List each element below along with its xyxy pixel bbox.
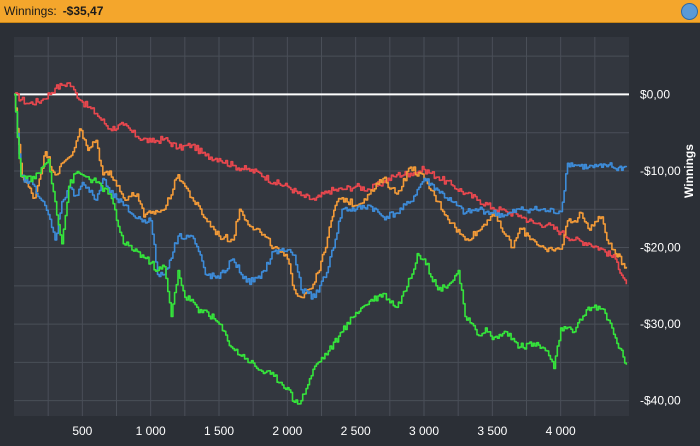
winnings-chart: 500 1 000 1 500 2 000 2 500 3 000 3 500 4 000 $0…	[0, 23, 700, 441]
x-tick-label: 3 500	[477, 424, 507, 438]
x-tick-label: 1 000	[136, 424, 166, 438]
y-axis-label: Winnings	[682, 144, 696, 198]
y-tick-label: -$30,00	[640, 317, 681, 331]
x-tick-label: 2 000	[272, 424, 302, 438]
x-tick-label: 500	[72, 424, 92, 438]
winnings-value: -$35,47	[62, 4, 104, 18]
y-tick-label: -$20,00	[640, 241, 681, 255]
x-tick-label: 4 000	[546, 424, 576, 438]
header-indicator-icon[interactable]	[681, 3, 698, 20]
y-tick-label: $0,00	[640, 87, 670, 101]
x-tick-label: 3 000	[409, 424, 439, 438]
y-tick-label: -$40,00	[640, 394, 681, 408]
winnings-header: Winnings: -$35,47	[0, 0, 700, 23]
winnings-label: Winnings:	[4, 4, 57, 18]
chart-svg: 500 1 000 1 500 2 000 2 500 3 000 3 500 4 000 $0…	[14, 37, 696, 438]
x-tick-label: 2 500	[341, 424, 371, 438]
y-tick-label: -$10,00	[640, 164, 681, 178]
x-tick-label: 1 500	[204, 424, 234, 438]
